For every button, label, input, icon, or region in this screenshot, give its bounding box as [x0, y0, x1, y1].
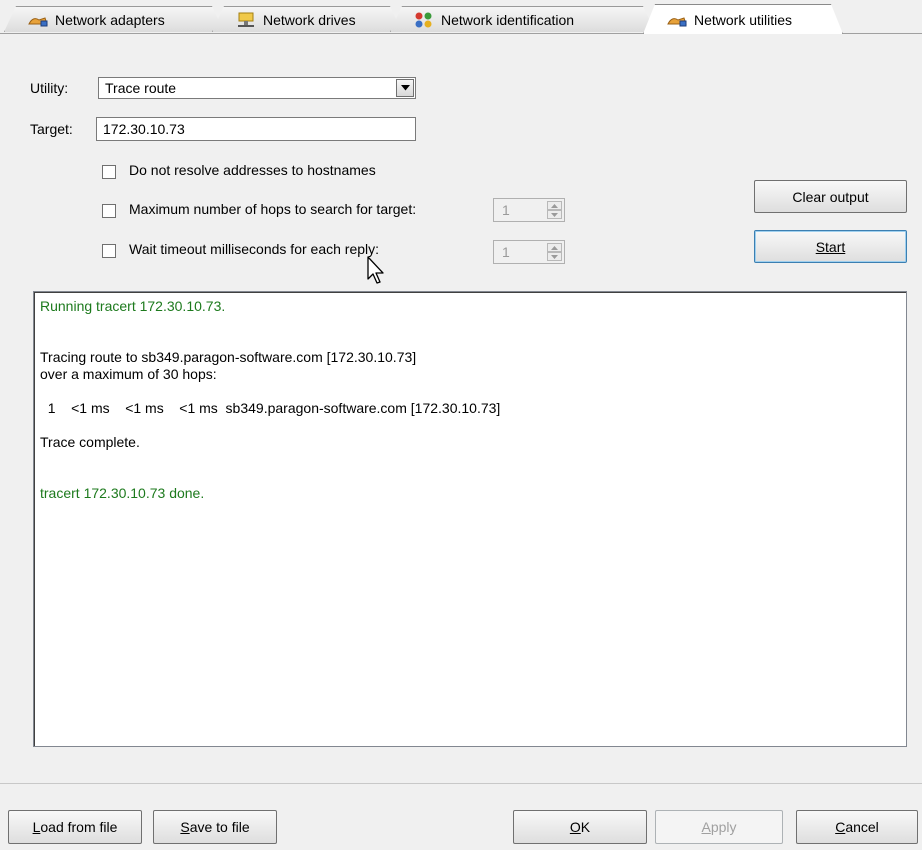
- start-label: Start: [815, 238, 846, 255]
- spin-up-icon[interactable]: [547, 243, 562, 252]
- network-identification-icon: [413, 11, 435, 29]
- spinner-arrows[interactable]: [547, 243, 562, 261]
- tab-network-drives[interactable]: Network drives: [212, 6, 402, 32]
- network-adapter-icon: [27, 12, 49, 28]
- tab-strip: Network adapters Network drives Network …: [0, 0, 922, 33]
- wait-timeout-checkbox[interactable]: [102, 244, 116, 258]
- wait-timeout-value: 1: [502, 244, 510, 260]
- utility-select[interactable]: Trace route: [98, 77, 416, 99]
- start-button[interactable]: Start: [754, 230, 907, 263]
- cancel-button[interactable]: Cancel: [796, 810, 918, 844]
- apply-label: Apply: [701, 819, 737, 835]
- max-hops-checkbox[interactable]: [102, 204, 116, 218]
- wait-timeout-label: Wait timeout milliseconds for each reply…: [129, 241, 380, 257]
- output-line: Tracing route to sb349.paragon-software.…: [40, 349, 417, 365]
- spin-up-icon[interactable]: [547, 201, 562, 210]
- save-to-file-button[interactable]: Save to file: [153, 810, 277, 844]
- ok-label: OK: [569, 819, 591, 835]
- wait-timeout-spinner[interactable]: 1: [493, 240, 565, 264]
- tab-network-identification[interactable]: Network identification: [390, 6, 655, 32]
- output-line: Trace complete.: [40, 434, 140, 450]
- output-console[interactable]: Running tracert 172.30.10.73. Tracing rou…: [33, 291, 907, 747]
- tab-label: Network identification: [441, 11, 575, 28]
- save-label: Save to file: [180, 819, 250, 835]
- cancel-label: Cancel: [835, 819, 879, 835]
- max-hops-spinner[interactable]: 1: [493, 198, 565, 222]
- output-line: tracert 172.30.10.73 done.: [40, 485, 205, 501]
- clear-output-button[interactable]: Clear output: [754, 180, 907, 213]
- spin-down-icon[interactable]: [547, 210, 562, 219]
- spinner-arrows[interactable]: [547, 201, 562, 219]
- network-utility-icon: [666, 12, 688, 28]
- output-line: over a maximum of 30 hops:: [40, 366, 217, 382]
- utility-value: Trace route: [105, 80, 177, 96]
- spin-down-icon[interactable]: [547, 252, 562, 261]
- target-input[interactable]: [96, 117, 416, 141]
- max-hops-value: 1: [502, 202, 510, 218]
- resolve-hostnames-label: Do not resolve addresses to hostnames: [129, 162, 376, 178]
- utility-label: Utility:: [30, 80, 69, 96]
- ok-button[interactable]: OK: [513, 810, 647, 844]
- tab-label: Network adapters: [55, 11, 165, 28]
- output-line: 1 <1 ms <1 ms <1 ms sb349.paragon-softwa…: [40, 400, 501, 416]
- resolve-hostnames-checkbox[interactable]: [102, 165, 116, 179]
- target-label: Target:: [30, 121, 73, 137]
- output-line: Running tracert 172.30.10.73.: [40, 298, 226, 314]
- chevron-down-icon[interactable]: [396, 79, 414, 97]
- mouse-cursor-icon: [367, 256, 384, 284]
- network-drive-icon: [235, 11, 257, 29]
- tab-label: Network utilities: [694, 11, 793, 28]
- max-hops-label: Maximum number of hops to search for tar…: [129, 201, 417, 217]
- tab-network-adapters[interactable]: Network adapters: [4, 6, 224, 32]
- load-label: Load from file: [32, 819, 118, 835]
- apply-button: Apply: [655, 810, 783, 844]
- footer-divider: [0, 783, 922, 784]
- tab-label: Network drives: [263, 11, 356, 28]
- tab-network-utilities[interactable]: Network utilities: [643, 4, 843, 34]
- load-from-file-button[interactable]: Load from file: [8, 810, 142, 844]
